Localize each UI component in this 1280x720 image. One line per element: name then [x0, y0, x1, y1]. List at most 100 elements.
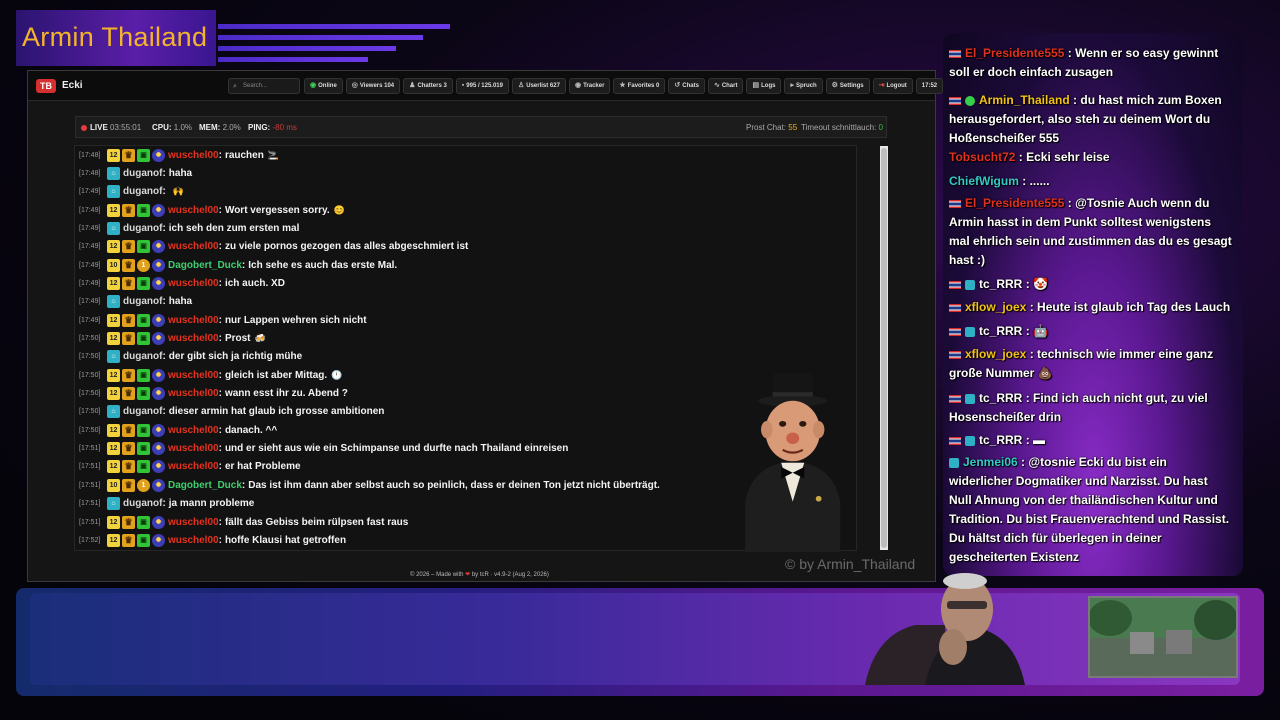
app-footer: © 2026 – Made with ❤ by tcR · v4.9-2 (Au…: [410, 571, 549, 578]
username-separator: :: [162, 167, 166, 179]
message-username[interactable]: wuschel00: [168, 461, 219, 472]
message-username[interactable]: wuschel00: [168, 333, 219, 344]
nav-button-users[interactable]: ♟ Chatters 3: [403, 78, 453, 94]
role-badge-icon: [949, 457, 959, 468]
message-text: danach. ^^: [224, 424, 278, 436]
thai-flag-icon: [949, 350, 961, 359]
nav-button-logs[interactable]: ▤ Logs: [746, 78, 782, 94]
nav-button-label: Favorites 0: [627, 83, 660, 89]
overlay-username: tc_RRR: [979, 277, 1023, 291]
status-bar: LIVE 03:55:01 CPU: 1.0% MEM: 2.0% PING: …: [75, 116, 887, 138]
chat-message[interactable]: [17:51] ⌂ duganof: ja mann probleme: [79, 496, 254, 512]
chat-message[interactable]: [17:49] 12 ♛ ▣ ✹ wuschel00: Wort vergessen sor…: [79, 202, 345, 218]
message-timestamp: [17:50]: [79, 371, 101, 379]
nav-button-gear[interactable]: ⚙ Settings: [825, 78, 870, 94]
message-text: nur Lappen wehren sich nicht: [224, 314, 367, 326]
chat-message[interactable]: [17:49] 12 ♛ ▣ ✹ wuschel00: zu viele pornos ge…: [79, 239, 468, 255]
nav-button-target[interactable]: ◉ Tracker: [568, 78, 611, 94]
message-username[interactable]: duganof: [123, 296, 162, 307]
username-separator: :: [218, 516, 222, 528]
crown-icon: ♛: [122, 368, 135, 382]
chat-message[interactable]: [17:51] 12 ♛ ▣ ✹ wuschel00: und er sieht aus w…: [79, 441, 568, 457]
chat-message[interactable]: [17:50] ⌂ duganof: der gibt sich ja richtig…: [79, 349, 302, 365]
nav-button-user[interactable]: ♙ Userlist 627: [511, 78, 566, 94]
coin-icon: 1: [137, 258, 150, 272]
emote-icon: 🙌: [172, 186, 184, 197]
message-text: rauchen: [224, 149, 264, 161]
message-username[interactable]: wuschel00: [168, 425, 219, 436]
message-text: und er sieht aus wie ein Schimpanse und …: [224, 443, 569, 455]
message-username[interactable]: duganof: [123, 498, 162, 509]
subscriber-badge: 12: [107, 423, 120, 437]
nav-button-wifi[interactable]: ◉ Online: [304, 78, 343, 94]
chat-message[interactable]: [17:49] 10 ♛ 1 ✹ Dagobert_Duck: Ich sehe es au…: [79, 257, 397, 273]
search-input[interactable]: ⌕ Search...: [228, 78, 300, 94]
crown-icon: ♛: [122, 258, 135, 272]
role-badge-icon: ⌂: [107, 185, 120, 199]
chat-message[interactable]: [17:49] ⌂ duganof: haha: [79, 294, 192, 310]
message-text: Prost: [224, 333, 251, 344]
chat-message[interactable]: [17:50] 12 ♛ ▣ ✹ wuschel00: Prost 🍻: [79, 331, 266, 347]
chat-message[interactable]: [17:51] 10 ♛ 1 ✹ Dagobert_Duck: Das ist ihm da…: [79, 477, 660, 493]
channel-name[interactable]: Ecki: [62, 80, 83, 91]
avatar-icon: ✹: [152, 460, 165, 474]
message-text: zu viele pornos gezogen das alles abgesc…: [224, 241, 469, 253]
chat-message[interactable]: [17:49] ⌂ duganof: 🙌: [79, 184, 184, 200]
message-username[interactable]: wuschel00: [168, 205, 219, 216]
message-username[interactable]: duganof: [123, 223, 162, 234]
message-username[interactable]: wuschel00: [168, 388, 219, 399]
chat-icon: ▪: [461, 82, 465, 89]
nav-button-history[interactable]: ↺ Chats: [668, 78, 705, 94]
message-username[interactable]: wuschel00: [168, 315, 219, 326]
chat-message[interactable]: [17:50] 12 ♛ ▣ ✹ wuschel00: gleich ist aber Mi…: [79, 367, 342, 383]
message-username[interactable]: wuschel00: [168, 370, 219, 381]
nav-button-chat[interactable]: ▪ 995 / 125.019: [455, 78, 509, 94]
nav-button-clock[interactable]: 17:52: [915, 78, 944, 94]
nav-button-logout[interactable]: ⇥ Logout: [872, 78, 913, 94]
chat-message[interactable]: [17:49] 12 ♛ ▣ ✹ wuschel00: nur Lappen wehren …: [79, 312, 367, 328]
chat-message[interactable]: [17:50] 12 ♛ ▣ ✹ wuschel00: wann esst ihr zu. …: [79, 386, 348, 402]
message-username[interactable]: wuschel00: [168, 278, 219, 289]
emote-icon: 🍻: [254, 333, 266, 343]
app-logo[interactable]: TB: [36, 79, 56, 93]
message-username[interactable]: Dagobert_Duck: [168, 260, 242, 271]
message-username[interactable]: wuschel00: [168, 241, 219, 252]
message-text: dieser armin hat glaub ich grosse ambiti…: [168, 406, 385, 418]
message-username[interactable]: wuschel00: [168, 535, 219, 546]
message-username[interactable]: Dagobert_Duck: [168, 480, 242, 491]
message-username[interactable]: duganof: [123, 186, 162, 197]
avatar-icon: ✹: [152, 240, 165, 254]
message-username[interactable]: duganof: [123, 168, 162, 179]
nav-button-chart[interactable]: ∿ Chart: [707, 78, 744, 94]
message-timestamp: [17:50]: [79, 390, 101, 398]
mem-status: MEM: 2.0%: [199, 123, 241, 132]
nav-button-eye[interactable]: ◎ Viewers 104: [345, 78, 401, 94]
chat-message[interactable]: [17:49] ⌂ duganof: ich seh den zum ersten m…: [79, 220, 299, 236]
chat-scrollbar[interactable]: [880, 146, 888, 550]
coin-icon: 1: [137, 478, 150, 492]
chat-message[interactable]: [17:51] 12 ♛ ▣ ✹ wuschel00: er hat Probleme: [79, 459, 301, 475]
ear: [761, 420, 773, 439]
chat-message[interactable]: [17:49] 12 ♛ ▣ ✹ wuschel00: ich auch. XD: [79, 275, 285, 291]
chat-message[interactable]: [17:48] ⌂ duganof: haha: [79, 165, 192, 181]
chat-message[interactable]: [17:48] 12 ♛ ▣ ✹ wuschel00: rauchen 🚬: [79, 147, 279, 163]
message-username[interactable]: wuschel00: [168, 517, 219, 528]
overlay-message-text: : 🤡: [1025, 277, 1048, 291]
chat-scrollthumb[interactable]: [881, 148, 887, 548]
message-username[interactable]: duganof: [123, 406, 162, 417]
chat-message[interactable]: [17:52] 12 ♛ ▣ ✹ wuschel00: hoffe Klausi hat g…: [79, 532, 346, 548]
message-text: Das ist ihm dann aber selbst auch so pei…: [248, 479, 660, 491]
nav-button-star[interactable]: ★ Favorites 0: [613, 78, 666, 94]
heart-icon: ❤: [465, 572, 471, 578]
message-username[interactable]: wuschel00: [168, 443, 219, 454]
chat-message[interactable]: [17:50] ⌂ duganof: dieser armin hat glaub i…: [79, 404, 384, 420]
message-username[interactable]: duganof: [123, 351, 162, 362]
subscriber-badge: 12: [107, 515, 120, 529]
message-text: wann esst ihr zu. Abend ?: [224, 388, 348, 400]
chat-message[interactable]: [17:51] 12 ♛ ▣ ✹ wuschel00: fällt das Gebiss b…: [79, 514, 408, 530]
message-username[interactable]: wuschel00: [168, 150, 219, 161]
role-badge-icon: ⌂: [107, 295, 120, 309]
chat-message[interactable]: [17:50] 12 ♛ ▣ ✹ wuschel00: danach. ^^: [79, 422, 277, 438]
webcam-feed: [865, 573, 1025, 685]
nav-button-quote[interactable]: ▸ Spruch: [784, 78, 823, 94]
